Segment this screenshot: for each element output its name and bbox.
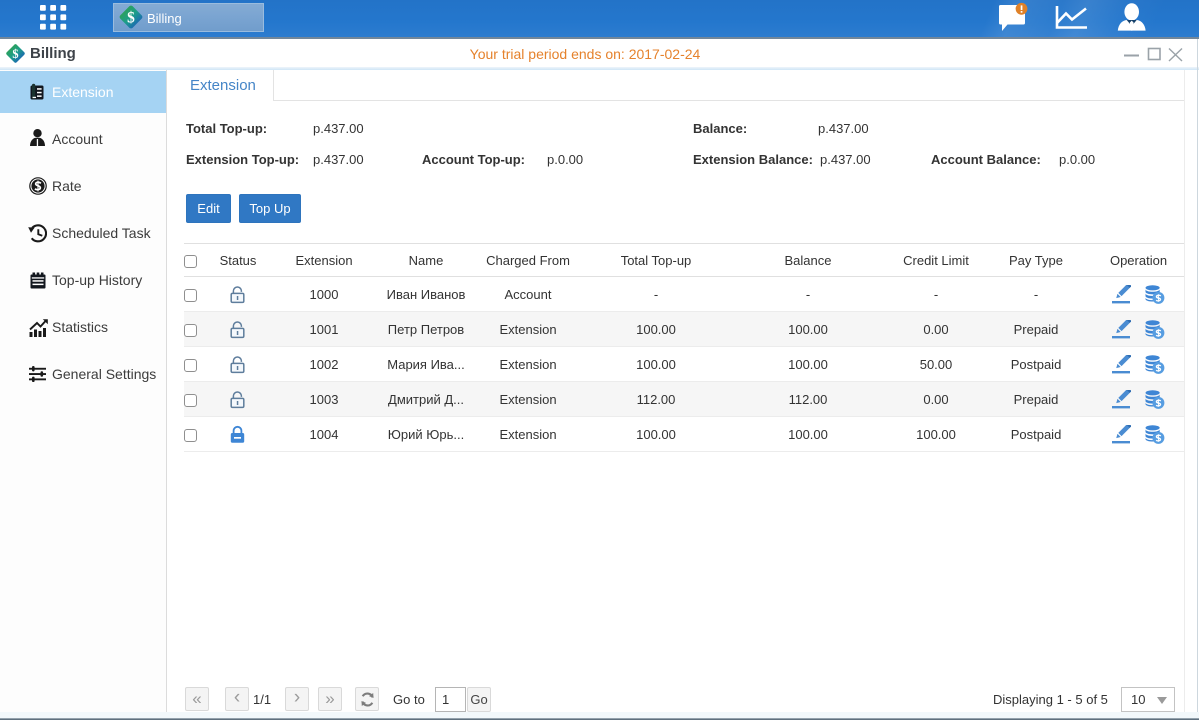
svg-text:$: $: [127, 9, 135, 26]
